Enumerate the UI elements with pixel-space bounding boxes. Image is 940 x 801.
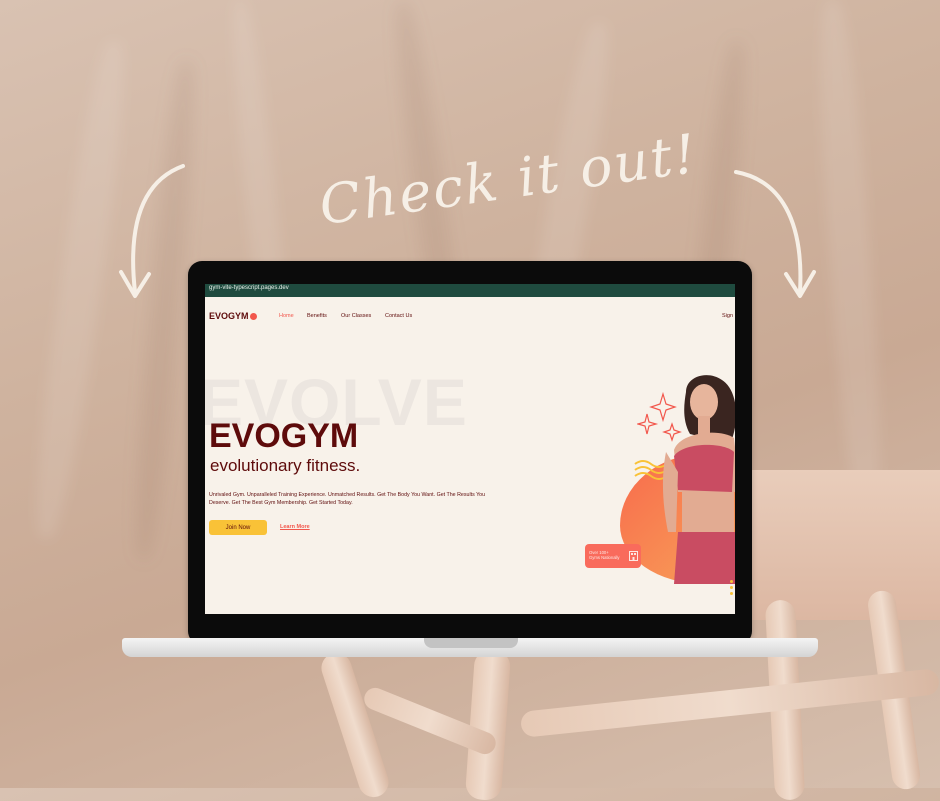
logo-text: EVOGYM	[209, 311, 249, 321]
sign-in-link[interactable]: Sign	[722, 313, 733, 319]
site-logo[interactable]: EVOGYM	[209, 311, 257, 321]
hero-subtitle: evolutionary fitness.	[210, 456, 361, 475]
decor-dot	[730, 586, 733, 589]
decor-dot	[730, 580, 733, 583]
fitness-model-image	[662, 375, 735, 584]
chair-leg	[464, 648, 512, 801]
headline: Check it out!	[315, 121, 702, 238]
logo-dot-icon	[249, 313, 257, 320]
nav-contact-us[interactable]: Contact Us	[385, 313, 412, 319]
hero-title: EVOGYM	[209, 417, 359, 455]
join-now-button[interactable]: Join Now	[209, 520, 267, 535]
arrow-left-icon	[119, 164, 185, 298]
chair-rail	[519, 668, 940, 738]
hero-description: Unrivaled Gym. Unparalleled Training Exp…	[209, 492, 486, 506]
join-now-label: Join Now	[225, 524, 251, 531]
chair-leg	[317, 649, 393, 801]
laptop-screen: gym-vite-typescript.pages.dev EVOGYM Hom…	[205, 284, 735, 614]
nav-our-classes[interactable]: Our Classes	[341, 313, 371, 319]
url-bar[interactable]: gym-vite-typescript.pages.dev	[205, 284, 735, 297]
learn-more-link[interactable]: Learn More	[280, 524, 310, 530]
decor-dot	[730, 592, 733, 595]
gyms-badge: Over 100+ Gyms Nationally	[585, 544, 641, 568]
laptop-notch	[424, 638, 518, 648]
nav-benefits[interactable]: Benefits	[307, 313, 327, 319]
url-text: gym-vite-typescript.pages.dev	[209, 285, 289, 291]
nav-home[interactable]: Home	[279, 313, 294, 319]
building-icon	[629, 551, 638, 561]
badge-line2: Gyms Nationally	[589, 555, 620, 560]
